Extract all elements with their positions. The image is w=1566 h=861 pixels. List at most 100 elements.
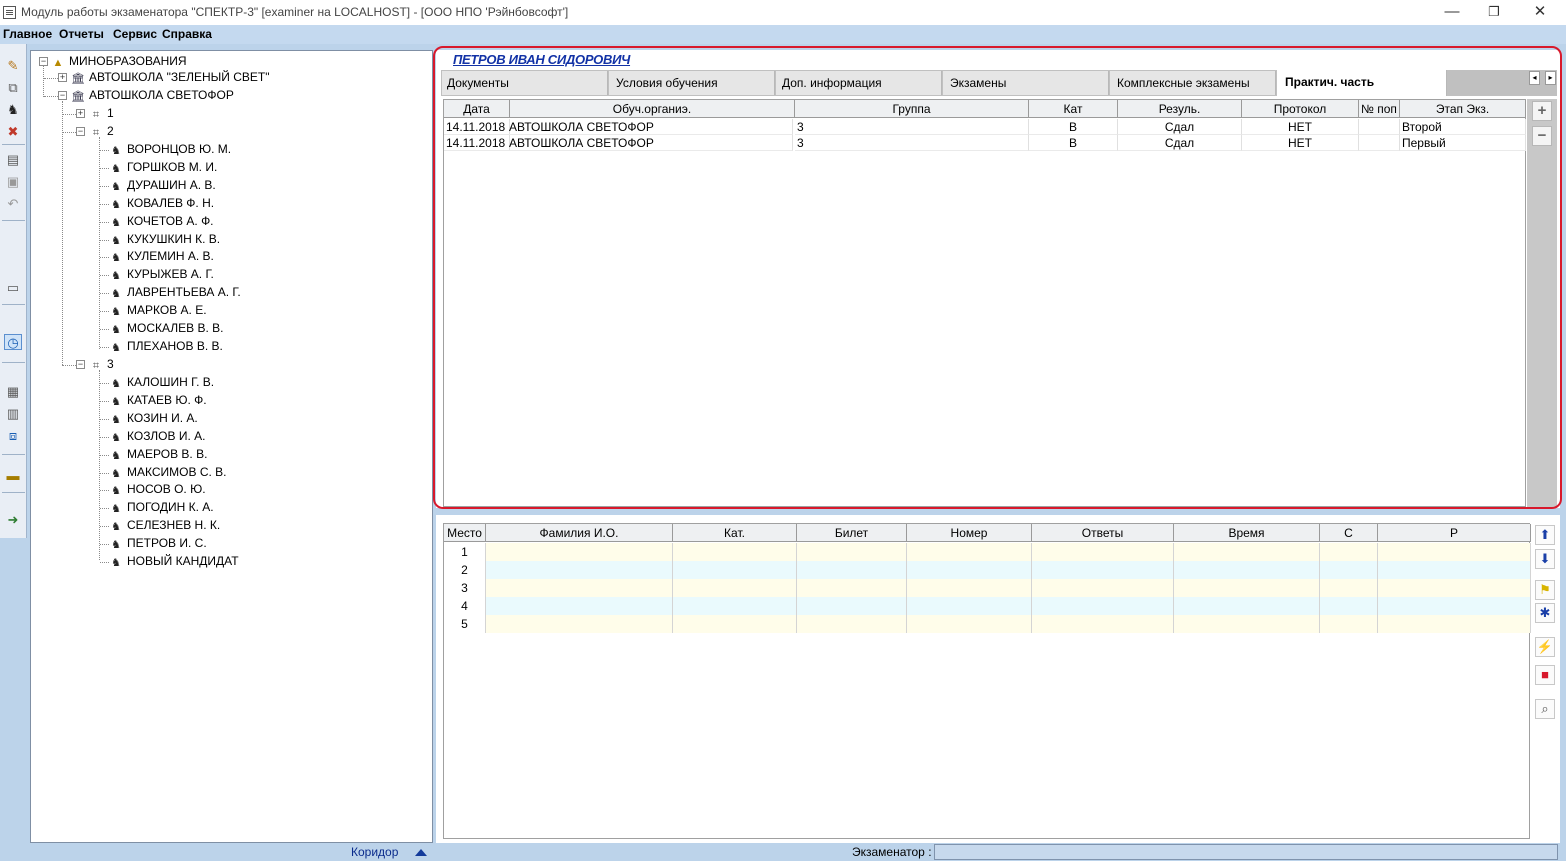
seats-table[interactable]: Место Фамилия И.О. Кат. Билет Номер Отве… — [443, 523, 1531, 839]
column-header[interactable]: Р — [1378, 524, 1531, 542]
table-cell[interactable] — [486, 597, 673, 615]
table-cell[interactable] — [907, 597, 1032, 615]
table-cell[interactable] — [1320, 561, 1378, 579]
table-cell[interactable] — [1320, 579, 1378, 597]
table-cell[interactable] — [1174, 615, 1320, 633]
column-header[interactable]: Кат. — [673, 524, 797, 542]
table-cell[interactable] — [486, 561, 673, 579]
table-cell[interactable] — [1174, 579, 1320, 597]
table-cell[interactable] — [1174, 543, 1320, 561]
table-cell[interactable] — [1032, 615, 1174, 633]
tree-candidate[interactable]: ♞ ГОРШКОВ М. И. — [109, 160, 217, 175]
tree-candidate[interactable]: ♞ КАТАЕВ Ю. Ф. — [109, 393, 207, 408]
column-header[interactable]: С — [1320, 524, 1378, 542]
column-header[interactable]: Ответы — [1032, 524, 1174, 542]
arrow-up-icon[interactable]: ⬆ — [1535, 525, 1555, 545]
save-icon[interactable]: ▣ — [4, 174, 22, 190]
tree-candidate[interactable]: ♞ МОСКАЛЕВ В. В. — [109, 321, 223, 336]
column-header[interactable]: Место — [444, 524, 486, 542]
column-header[interactable]: Время — [1174, 524, 1320, 542]
menu-reports[interactable]: Отчеты — [59, 27, 104, 41]
table-cell[interactable] — [797, 597, 907, 615]
tree-group-3[interactable]: ⌗ 3 — [89, 357, 114, 372]
puzzle-icon[interactable]: ✱ — [1535, 603, 1555, 623]
edit-icon[interactable]: ✎ — [4, 58, 22, 74]
table-cell[interactable] — [1378, 561, 1531, 579]
tree-group-1[interactable]: ⌗ 1 — [89, 106, 114, 121]
book-icon[interactable]: ▥ — [4, 406, 22, 422]
delete-icon[interactable]: ✖ — [4, 124, 22, 140]
exit-icon[interactable]: ➜ — [4, 512, 22, 528]
table-row[interactable]: 2 — [444, 561, 1531, 579]
tree-candidate[interactable]: ♞ ЛАВРЕНТЬЕВА А. Г. — [109, 285, 241, 300]
menu-help[interactable]: Справка — [162, 27, 212, 41]
table-cell[interactable] — [486, 579, 673, 597]
table-cell[interactable] — [486, 615, 673, 633]
table-cell[interactable] — [1320, 597, 1378, 615]
examiner-field[interactable] — [934, 844, 1558, 860]
menu-main[interactable]: Главное — [3, 27, 52, 41]
expand-up-icon[interactable] — [415, 849, 427, 856]
table-cell[interactable] — [797, 561, 907, 579]
column-header[interactable]: Билет — [797, 524, 907, 542]
clock-icon[interactable]: ◷ — [4, 334, 22, 350]
table-cell[interactable] — [673, 615, 797, 633]
table-cell[interactable] — [797, 579, 907, 597]
table-cell[interactable] — [1320, 615, 1378, 633]
menu-service[interactable]: Сервис — [113, 27, 157, 41]
tree-candidate[interactable]: ♞ КУРЫЖЕВ А. Г. — [109, 267, 214, 282]
table-cell[interactable] — [907, 561, 1032, 579]
expand-toggle[interactable]: + — [76, 109, 85, 118]
flag-icon[interactable]: ⚑ — [1535, 580, 1555, 600]
table-cell[interactable] — [673, 597, 797, 615]
tree-candidate[interactable]: ♞ СЕЛЕЗНЕВ Н. К. — [109, 518, 220, 533]
table-row[interactable]: 4 — [444, 597, 1531, 615]
tree-candidate[interactable]: ♞ КУКУШКИН К. В. — [109, 232, 220, 247]
tree-candidate[interactable]: ♞ КОЗИН И. А. — [109, 411, 198, 426]
table-cell[interactable] — [1174, 561, 1320, 579]
column-header[interactable]: Номер — [907, 524, 1032, 542]
table-cell[interactable] — [797, 543, 907, 561]
monitor-icon[interactable]: ▦ — [4, 384, 22, 400]
school-tree[interactable]: − ▲ МИНОБРАЗОВАНИЯ + 🏛 АВТОШКОЛА "ЗЕЛЕНЫЙ … — [30, 50, 433, 843]
table-cell[interactable] — [1032, 579, 1174, 597]
tree-group-2[interactable]: ⌗ 2 — [89, 124, 114, 139]
collapse-toggle[interactable]: − — [58, 91, 67, 100]
tree-candidate[interactable]: ♞ МАКСИМОВ С. В. — [109, 465, 226, 480]
close-button[interactable]: ✕ — [1525, 2, 1555, 22]
table-cell[interactable] — [1032, 597, 1174, 615]
tree-root[interactable]: ▲ МИНОБРАЗОВАНИЯ — [51, 54, 187, 69]
table-cell[interactable] — [1378, 543, 1531, 561]
tree-candidate[interactable]: ♞ КАЛОШИН Г. В. — [109, 375, 214, 390]
collapse-toggle[interactable]: − — [39, 57, 48, 66]
tree-candidate[interactable]: ♞ НОСОВ О. Ю. — [109, 482, 205, 497]
table-cell[interactable] — [1032, 561, 1174, 579]
table-cell[interactable] — [1378, 579, 1531, 597]
table-cell[interactable] — [907, 579, 1032, 597]
table-cell[interactable] — [907, 615, 1032, 633]
tree-candidate[interactable]: ♞ ПЛЕХАНОВ В. В. — [109, 339, 223, 354]
table-cell[interactable] — [673, 579, 797, 597]
person-icon[interactable]: ♞ — [4, 102, 22, 118]
tree-school-green[interactable]: 🏛 АВТОШКОЛА "ЗЕЛЕНЫЙ СВЕТ" — [71, 70, 269, 85]
copy-icon[interactable]: ⧈ — [4, 428, 22, 444]
table-cell[interactable] — [673, 561, 797, 579]
tree-candidate[interactable]: ♞ КОВАЛЕВ Ф. Н. — [109, 196, 214, 211]
minimize-button[interactable]: — — [1437, 2, 1467, 22]
tree-candidate[interactable]: ♞ ПОГОДИН К. А. — [109, 500, 214, 515]
tree-candidate[interactable]: ♞ ДУРАШИН А. В. — [109, 178, 216, 193]
expand-toggle[interactable]: + — [58, 73, 67, 82]
collapse-toggle[interactable]: − — [76, 127, 85, 136]
table-cell[interactable] — [1174, 597, 1320, 615]
table-cell[interactable] — [1032, 543, 1174, 561]
table-cell[interactable] — [486, 543, 673, 561]
table-cell[interactable] — [1320, 543, 1378, 561]
tree-candidate[interactable]: ♞ КУЛЕМИН А. В. — [109, 249, 214, 264]
corridor-label[interactable]: Коридор — [351, 845, 398, 859]
window-icon[interactable]: ▭ — [4, 280, 22, 296]
table-row[interactable]: 1 — [444, 543, 1531, 561]
column-header[interactable]: Фамилия И.О. — [486, 524, 673, 542]
lightning-icon[interactable]: ⚡ — [1535, 637, 1555, 657]
table-cell[interactable] — [1378, 597, 1531, 615]
car-icon[interactable]: ▬ — [4, 468, 22, 484]
